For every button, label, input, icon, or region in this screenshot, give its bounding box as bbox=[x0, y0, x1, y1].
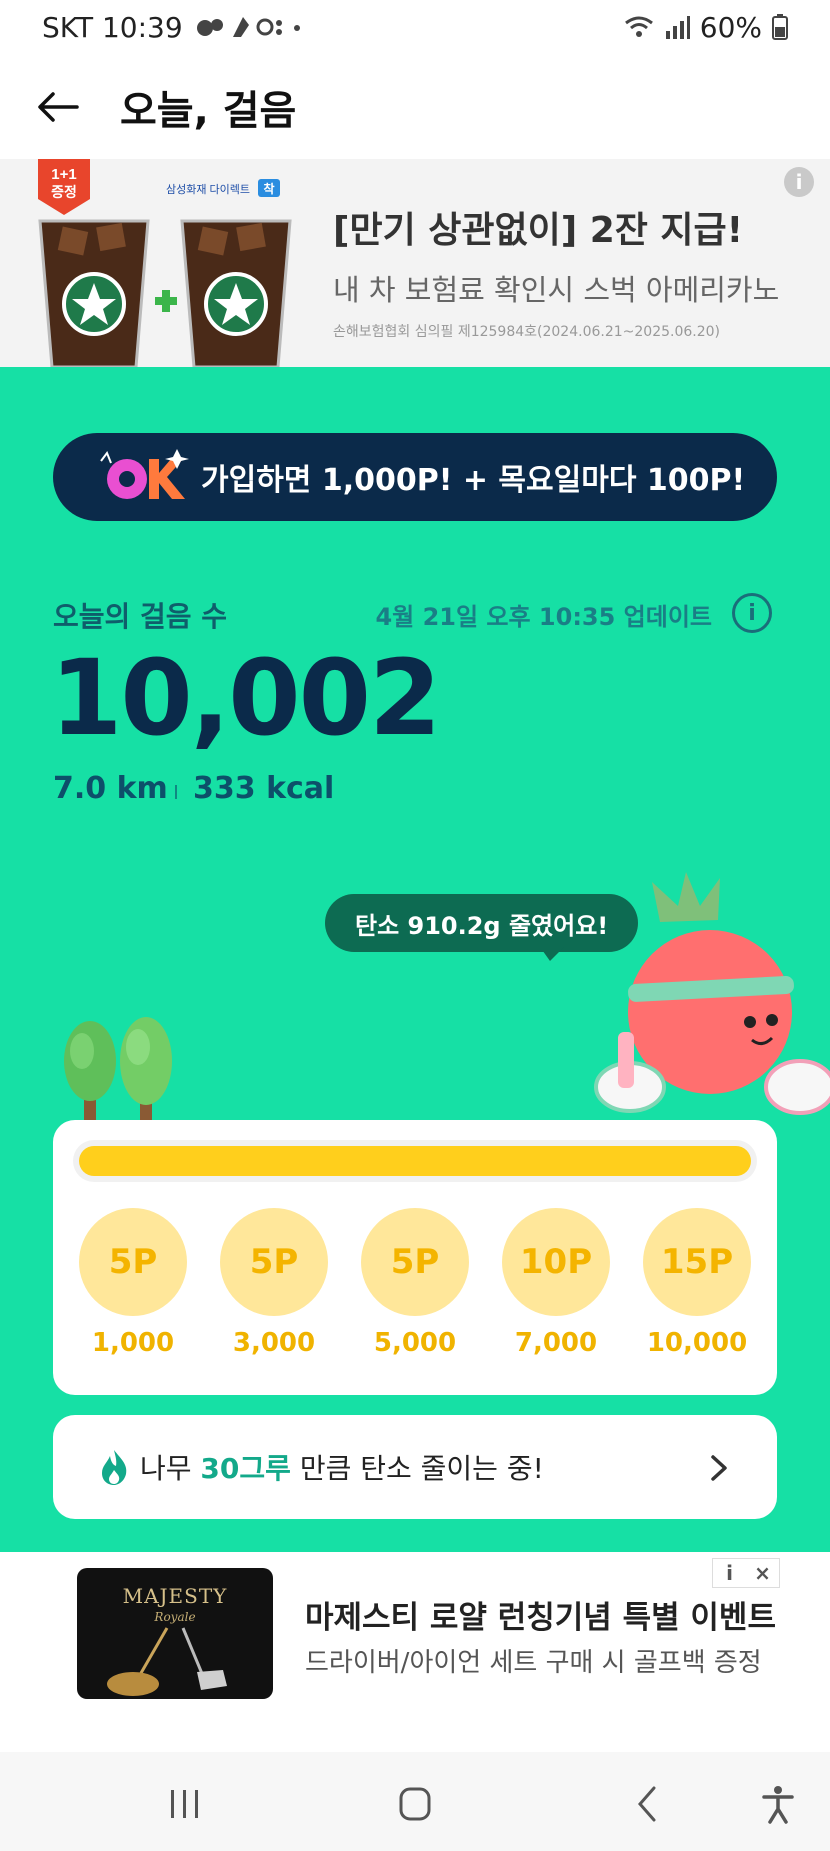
top-ad-subtitle: 내 차 보험료 확인시 스벅 아메리카노 bbox=[333, 273, 780, 307]
coffee-ad-image: 1+1 증정 삼성화재 다이렉트 착 bbox=[38, 159, 292, 367]
steps-label: 오늘의 걸음 수 bbox=[53, 600, 228, 633]
chevron-right-icon bbox=[711, 1455, 727, 1481]
bubble-tail bbox=[540, 947, 564, 961]
app-header: 오늘, 걸음 bbox=[0, 54, 830, 159]
flame-icon bbox=[102, 1450, 127, 1485]
milestone-steps: 5,000 bbox=[373, 1328, 457, 1358]
walking-main-section: 가입하면 1,000P! + 목요일마다 100P! 오늘의 걸음 수 4월 2… bbox=[0, 367, 830, 1552]
battery-icon bbox=[772, 14, 788, 40]
milestone-points: 10P bbox=[502, 1208, 610, 1316]
battery-percent: 60% bbox=[699, 10, 762, 44]
milestone[interactable]: 5P 1,000 bbox=[73, 1208, 193, 1358]
ad-close-button[interactable]: × bbox=[746, 1559, 779, 1587]
milestone-points: 5P bbox=[220, 1208, 328, 1316]
svg-text:1+1: 1+1 bbox=[51, 166, 76, 183]
home-icon[interactable] bbox=[393, 1784, 437, 1824]
milestone[interactable]: 5P 5,000 bbox=[355, 1208, 475, 1358]
milestone-steps: 10,000 bbox=[646, 1328, 748, 1358]
back-nav-icon[interactable] bbox=[626, 1784, 670, 1824]
stat-divider bbox=[175, 785, 177, 799]
golf-club-icon bbox=[107, 1627, 227, 1696]
trees-text-prefix: 나무 bbox=[140, 1452, 201, 1485]
milestone[interactable]: 10P 7,000 bbox=[496, 1208, 616, 1358]
trees-count-highlight: 30그루 bbox=[200, 1452, 291, 1485]
calories-value: 333 kcal bbox=[193, 771, 335, 806]
svg-text:증정: 증정 bbox=[51, 184, 77, 200]
ok-cashbag-promo-banner[interactable]: 가입하면 1,000P! + 목요일마다 100P! bbox=[53, 433, 777, 521]
milestone-points: 15P bbox=[643, 1208, 751, 1316]
top-ad-title: [만기 상관없이] 2잔 지급! bbox=[333, 210, 744, 251]
accessibility-icon[interactable] bbox=[756, 1784, 800, 1824]
update-timestamp: 4월 21일 오후 10:35 업데이트 bbox=[375, 603, 712, 631]
top-ad-banner[interactable]: i 1+1 증정 삼성화재 다이렉트 착 [만기 상관없이] 2잔 지급! 내 … bbox=[0, 159, 830, 367]
bottom-ad-subtitle: 드라이버/아이언 세트 구매 시 골프백 증정 bbox=[305, 1648, 762, 1678]
carbon-trees-card[interactable]: 나무 30그루 만큼 탄소 줄이는 중! bbox=[53, 1415, 777, 1519]
status-time: SKT 10:39 bbox=[42, 10, 183, 44]
svg-text:착: 착 bbox=[263, 181, 274, 196]
signal-icon bbox=[665, 16, 690, 39]
distance-value: 7.0 km bbox=[53, 771, 168, 806]
bottom-ad-banner[interactable]: i × MAJESTY Royale 마제스티 로얄 런칭기념 특별 이벤트 드… bbox=[0, 1552, 830, 1752]
trees-text-suffix: 만큼 탄소 줄이는 중! bbox=[290, 1452, 544, 1485]
arrow-left-icon bbox=[38, 91, 79, 122]
step-reward-card: 5P 1,000 5P 3,000 5P 5,000 10P 7,000 15P… bbox=[53, 1120, 777, 1395]
top-ad-fine-print: 손해보험협회 심의필 제125984호(2024.06.21~2025.06.2… bbox=[333, 324, 720, 340]
milestone[interactable]: 5P 3,000 bbox=[214, 1208, 334, 1358]
trees-text: 나무 30그루 만큼 탄소 줄이는 중! bbox=[140, 1447, 544, 1487]
milestone-steps: 7,000 bbox=[514, 1328, 598, 1358]
bottom-ad-title: 마제스티 로얄 런칭기념 특별 이벤트 bbox=[305, 1600, 776, 1636]
milestone-points: 5P bbox=[79, 1208, 187, 1316]
ok-logo-icon bbox=[100, 449, 189, 499]
step-progress-fill bbox=[79, 1146, 751, 1176]
system-nav-bar bbox=[0, 1752, 830, 1851]
status-bar: SKT 10:39 60% bbox=[0, 0, 830, 54]
ad-controls: i × bbox=[712, 1558, 780, 1588]
milestone-points: 5P bbox=[361, 1208, 469, 1316]
notification-icons bbox=[196, 17, 300, 37]
ad-info-icon[interactable]: i bbox=[784, 167, 814, 197]
wifi-icon bbox=[624, 16, 653, 37]
step-count: 10,002 bbox=[50, 637, 441, 759]
svg-text:삼성화재 다이렉트: 삼성화재 다이렉트 bbox=[166, 183, 250, 196]
milestone-steps: 3,000 bbox=[232, 1328, 316, 1358]
golf-club-ad-image: MAJESTY Royale bbox=[77, 1568, 273, 1699]
promo-text: 가입하면 1,000P! + 목요일마다 100P! bbox=[201, 463, 746, 498]
tomato-mascot-illustration bbox=[594, 872, 830, 1115]
milestone-steps: 1,000 bbox=[91, 1328, 175, 1358]
recent-apps-icon[interactable] bbox=[163, 1784, 207, 1824]
back-button[interactable] bbox=[36, 85, 80, 129]
info-icon[interactable]: i bbox=[732, 593, 772, 633]
ad-info-button[interactable]: i bbox=[713, 1559, 746, 1587]
page-title: 오늘, 걸음 bbox=[120, 87, 297, 134]
step-progress-bar bbox=[73, 1140, 757, 1182]
milestone[interactable]: 15P 10,000 bbox=[637, 1208, 757, 1358]
milestone-list: 5P 1,000 5P 3,000 5P 5,000 10P 7,000 15P… bbox=[73, 1208, 757, 1358]
